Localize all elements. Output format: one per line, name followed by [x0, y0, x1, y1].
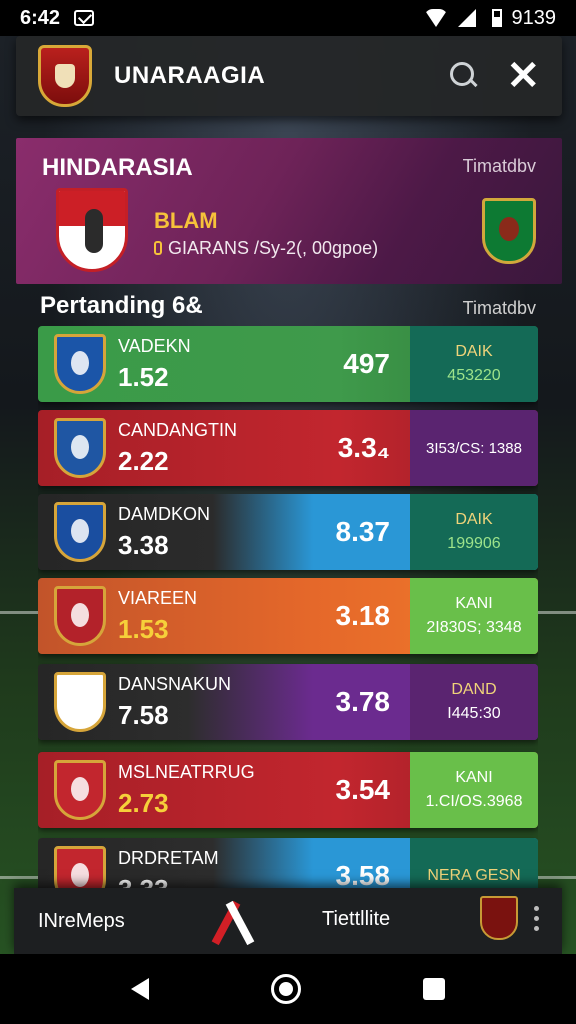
home-icon[interactable]	[271, 974, 301, 1004]
featured-title: HINDARASIA	[42, 154, 193, 181]
match-row[interactable]: DRDRETAM 3.33 3.58 NERA GESN	[38, 838, 538, 888]
match-score: 3.58	[335, 860, 391, 888]
match-row[interactable]: VADEKN 1.52 497 DAIK 453220	[38, 326, 538, 402]
featured-team-crest-icon	[56, 188, 128, 272]
team-name: DANSNAKUN	[118, 674, 232, 694]
battery-icon	[491, 9, 502, 27]
side-label: NERA GESN	[427, 867, 521, 884]
status-time: 6:42	[20, 6, 61, 29]
side-label: DAIK	[455, 511, 493, 528]
ribbon-icon[interactable]	[214, 898, 254, 944]
notification-icon	[74, 10, 95, 26]
match-side-info: NERA GESN	[410, 838, 538, 888]
team-odds: 7.58	[118, 700, 169, 730]
match-score: 3.18	[335, 600, 391, 631]
team-odds: 3.38	[118, 530, 169, 560]
match-side-info: 3I53/CS: 1388	[410, 410, 538, 486]
match-side-info: DAIK 199906	[410, 494, 538, 570]
header-actions: ✕	[450, 56, 540, 96]
battery-text: 9139	[511, 6, 557, 29]
match-row[interactable]: VIAREEN 1.53 3.18 KANI 2I830S; 3348	[38, 578, 538, 654]
match-side-info: KANI 2I830S; 3348	[410, 578, 538, 654]
team-odds: 3.33	[118, 874, 169, 888]
side-value: 1.CI/OS.3968	[425, 793, 523, 810]
team-odds: 2.73	[118, 788, 169, 818]
featured-match-card[interactable]: HINDARASIA Timatdbv BLAM GIARANS /Sy-2(,…	[16, 138, 562, 284]
nav-item-center[interactable]: Tiettllite	[322, 908, 390, 931]
team-odds: 1.53	[118, 614, 169, 644]
team-name: CANDANGTIN	[118, 420, 238, 440]
club-crest-icon[interactable]	[480, 896, 518, 940]
status-bar: 6:42 9139	[0, 0, 576, 36]
app-title: UNARAAGIA	[114, 62, 266, 89]
section-title: Pertanding 6&	[40, 292, 203, 319]
side-label: KANI	[455, 769, 493, 786]
side-label: KANI	[455, 595, 493, 612]
team-name: VIAREEN	[118, 588, 198, 608]
side-label: DAND	[451, 681, 497, 698]
back-icon[interactable]	[131, 978, 149, 1000]
match-side-info: DAIK 453220	[410, 326, 538, 402]
recent-apps-icon[interactable]	[423, 978, 445, 1000]
match-row[interactable]: DAMDKON 3.38 8.37 DAIK 199906	[38, 494, 538, 570]
team-odds: 1.52	[118, 362, 169, 392]
side-value: 453220	[447, 367, 501, 384]
side-value: 2I830S; 3348	[426, 619, 522, 636]
side-label: DAIK	[455, 343, 493, 360]
match-row[interactable]: DANSNAKUN 7.58 3.78 DAND I445:30	[38, 664, 538, 740]
match-score: 497	[343, 348, 390, 379]
featured-subtitle: Timatdbv	[462, 156, 536, 176]
side-label: 3I53/CS: 1388	[426, 439, 522, 457]
match-row[interactable]: CANDANGTIN 2.22 3.3₄ 3I53/CS: 1388	[38, 410, 538, 486]
wifi-icon	[423, 9, 448, 27]
info-icon	[154, 241, 162, 255]
match-side-info: KANI 1.CI/OS.3968	[410, 752, 538, 828]
system-nav-bar	[0, 954, 576, 1024]
match-score: 3.78	[335, 686, 391, 717]
match-score: 3.54	[335, 774, 391, 805]
team-crest-icon	[54, 760, 106, 820]
featured-detail-text: GIARANS /Sy-2(, 00gpoe)	[168, 238, 379, 258]
featured-detail: GIARANS /Sy-2(, 00gpoe)	[154, 238, 378, 259]
section-subtitle: Timatdbv	[462, 298, 536, 318]
match-score: 3.3₄	[337, 432, 390, 463]
signal-icon	[457, 9, 476, 27]
match-list: VADEKN 1.52 497 DAIK 453220 CANDANGTIN 2…	[38, 326, 538, 888]
app-logo-icon	[38, 45, 92, 107]
team-name: DRDRETAM	[118, 848, 219, 868]
search-icon[interactable]	[450, 62, 478, 90]
status-right: 9139	[423, 6, 557, 30]
more-icon[interactable]	[534, 906, 540, 932]
team-crest-icon	[54, 672, 106, 732]
team-crest-icon	[54, 418, 106, 478]
team-crest-icon	[54, 846, 106, 888]
team-odds: 2.22	[118, 446, 169, 476]
nav-item-left[interactable]: INreMeps	[38, 910, 125, 933]
team-name: VADEKN	[118, 336, 191, 356]
close-icon[interactable]: ✕	[506, 56, 540, 96]
featured-name: BLAM	[154, 208, 218, 233]
side-value: I445:30	[447, 705, 501, 722]
opponent-crest-icon	[482, 198, 536, 264]
team-crest-icon	[54, 586, 106, 646]
match-side-info: DAND I445:30	[410, 664, 538, 740]
team-name: DAMDKON	[118, 504, 211, 524]
match-score: 8.37	[335, 516, 391, 547]
team-crest-icon	[54, 502, 106, 562]
team-name: MSLNEATRRUG	[118, 762, 255, 782]
match-row[interactable]: MSLNEATRRUG 2.73 3.54 KANI 1.CI/OS.3968	[38, 752, 538, 828]
team-crest-icon	[54, 334, 106, 394]
app-header: UNARAAGIA ✕	[16, 36, 562, 116]
side-value: 199906	[447, 535, 501, 552]
